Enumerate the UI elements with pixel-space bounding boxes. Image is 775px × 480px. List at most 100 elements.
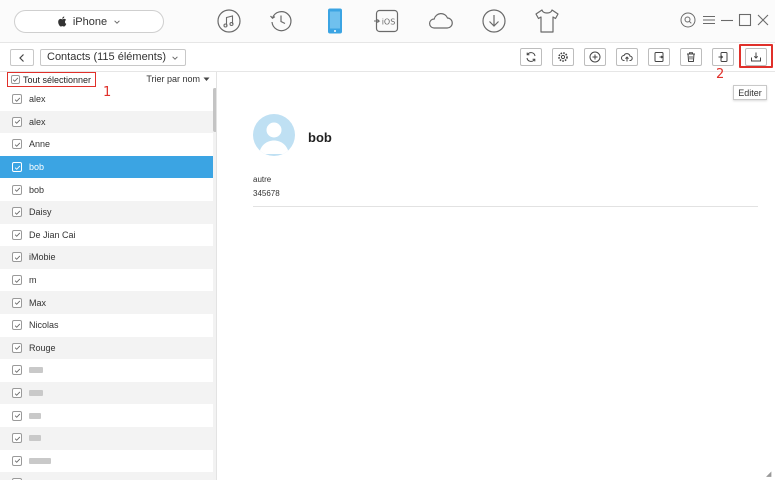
checkbox-icon[interactable] — [12, 94, 22, 105]
select-all-checkbox[interactable]: Tout sélectionner — [7, 72, 96, 87]
checkbox-icon[interactable] — [12, 162, 22, 173]
list-item[interactable] — [0, 450, 213, 473]
contact-name: Rouge — [29, 342, 56, 353]
list-item[interactable]: bob — [0, 178, 213, 201]
maximize-icon[interactable] — [737, 12, 753, 28]
cloud-icon[interactable] — [425, 6, 455, 36]
checkbox-icon[interactable] — [12, 207, 22, 218]
contact-name: m — [29, 275, 37, 286]
settings-button[interactable] — [552, 48, 574, 66]
checkbox-icon[interactable] — [12, 388, 22, 399]
checkbox-icon[interactable] — [12, 342, 22, 353]
checkbox-icon[interactable] — [12, 455, 22, 466]
contact-name: bob — [29, 162, 45, 173]
settings-icon — [558, 52, 568, 62]
list-item[interactable] — [0, 426, 213, 450]
refresh-button[interactable] — [520, 48, 542, 66]
divider — [253, 206, 758, 207]
checkbox-icon[interactable] — [12, 275, 22, 286]
menu-icon[interactable] — [701, 12, 717, 28]
checkbox-icon[interactable] — [12, 184, 22, 195]
list-item[interactable]: alex — [0, 110, 213, 134]
minimize-icon[interactable] — [719, 12, 735, 28]
list-item[interactable]: De Jian Cai — [0, 224, 213, 247]
blurred-contact-name — [29, 457, 51, 464]
step-marker-1: 1 — [103, 85, 112, 100]
close-icon[interactable] — [755, 12, 771, 28]
select-all-label: Tout sélectionner — [23, 74, 92, 85]
checkbox-icon[interactable] — [12, 410, 22, 421]
contact-name: Daisy — [29, 207, 52, 218]
list-item[interactable]: Daisy — [0, 200, 213, 224]
delete-icon — [687, 52, 695, 62]
list-item[interactable]: m — [0, 269, 213, 292]
download-icon[interactable] — [479, 6, 509, 36]
chevron-down-icon — [114, 19, 120, 24]
checkbox-icon[interactable] — [12, 297, 22, 308]
blurred-contact-name — [29, 390, 43, 397]
upload-cloud-button[interactable] — [616, 48, 638, 66]
checkbox-icon[interactable] — [12, 229, 22, 240]
checkbox-icon[interactable] — [12, 433, 22, 444]
delete-button[interactable] — [680, 48, 702, 66]
export-highlight — [739, 44, 773, 68]
list-item[interactable] — [0, 472, 213, 480]
apple-icon — [58, 16, 67, 27]
list-item[interactable]: Nicolas — [0, 314, 213, 337]
add-button[interactable] — [584, 48, 606, 66]
to-pc-button[interactable] — [648, 48, 670, 66]
list-item[interactable]: iMobie — [0, 246, 213, 269]
refresh-icon — [526, 52, 536, 62]
device-name: iPhone — [72, 15, 108, 28]
list-item[interactable] — [0, 381, 213, 405]
contact-detail-panel: bob autre 345678 — [218, 72, 775, 480]
breadcrumb-label: Contacts (115 éléments) — [47, 51, 167, 63]
blurred-contact-name — [29, 367, 43, 374]
back-button[interactable] — [10, 49, 34, 66]
add-icon — [589, 51, 601, 63]
upload-cloud-icon — [621, 53, 633, 62]
ios-icon[interactable]: iOS — [372, 6, 402, 36]
blurred-contact-name — [29, 412, 41, 419]
checkbox-icon[interactable] — [12, 116, 22, 127]
top-bar: iPhone iOS — [0, 0, 775, 42]
list-item[interactable]: Max — [0, 291, 213, 314]
contact-name: alex — [29, 116, 46, 127]
tshirt-icon[interactable] — [532, 6, 562, 36]
contact-name: bob — [29, 184, 45, 195]
checkbox-icon[interactable] — [12, 320, 22, 331]
resize-grip-icon[interactable]: ◢ — [766, 470, 771, 478]
checkbox-icon[interactable] — [12, 139, 22, 150]
list-item[interactable]: Rouge — [0, 336, 213, 360]
contact-name: Anne — [29, 139, 51, 150]
contact-list-panel: Tout sélectionner Trier par nom alex ale… — [0, 72, 217, 480]
contact-name: iMobie — [29, 252, 56, 263]
breadcrumb-dropdown[interactable]: Contacts (115 éléments) — [40, 49, 187, 66]
to-device-icon — [718, 52, 728, 62]
search-icon[interactable] — [680, 12, 696, 28]
contact-name: Nicolas — [29, 320, 59, 331]
checkbox-icon[interactable] — [12, 365, 22, 376]
person-icon — [259, 122, 289, 154]
to-device-button[interactable] — [712, 48, 734, 66]
checkbox-icon[interactable] — [12, 252, 22, 263]
chevron-down-icon — [172, 55, 178, 60]
phone-icon[interactable] — [320, 6, 350, 36]
field-value: 345678 — [253, 189, 280, 198]
sort-dropdown[interactable]: Trier par nom — [146, 74, 210, 84]
sort-label: Trier par nom — [146, 74, 200, 84]
history-icon[interactable] — [266, 6, 296, 36]
checkbox-icon — [11, 75, 20, 84]
to-pc-icon — [654, 52, 664, 62]
list-item[interactable] — [0, 359, 213, 382]
device-selector[interactable]: iPhone — [14, 10, 164, 33]
scrollbar-thumb[interactable] — [213, 88, 216, 132]
list-item[interactable]: Anne — [0, 133, 213, 156]
contact-name: Max — [29, 297, 47, 308]
music-icon[interactable] — [214, 6, 244, 36]
list-item[interactable] — [0, 404, 213, 427]
caret-down-icon — [203, 77, 210, 81]
list-scrollbar[interactable] — [213, 88, 216, 480]
contact-title: bob — [308, 130, 332, 145]
list-item-selected[interactable]: bob — [0, 155, 213, 179]
